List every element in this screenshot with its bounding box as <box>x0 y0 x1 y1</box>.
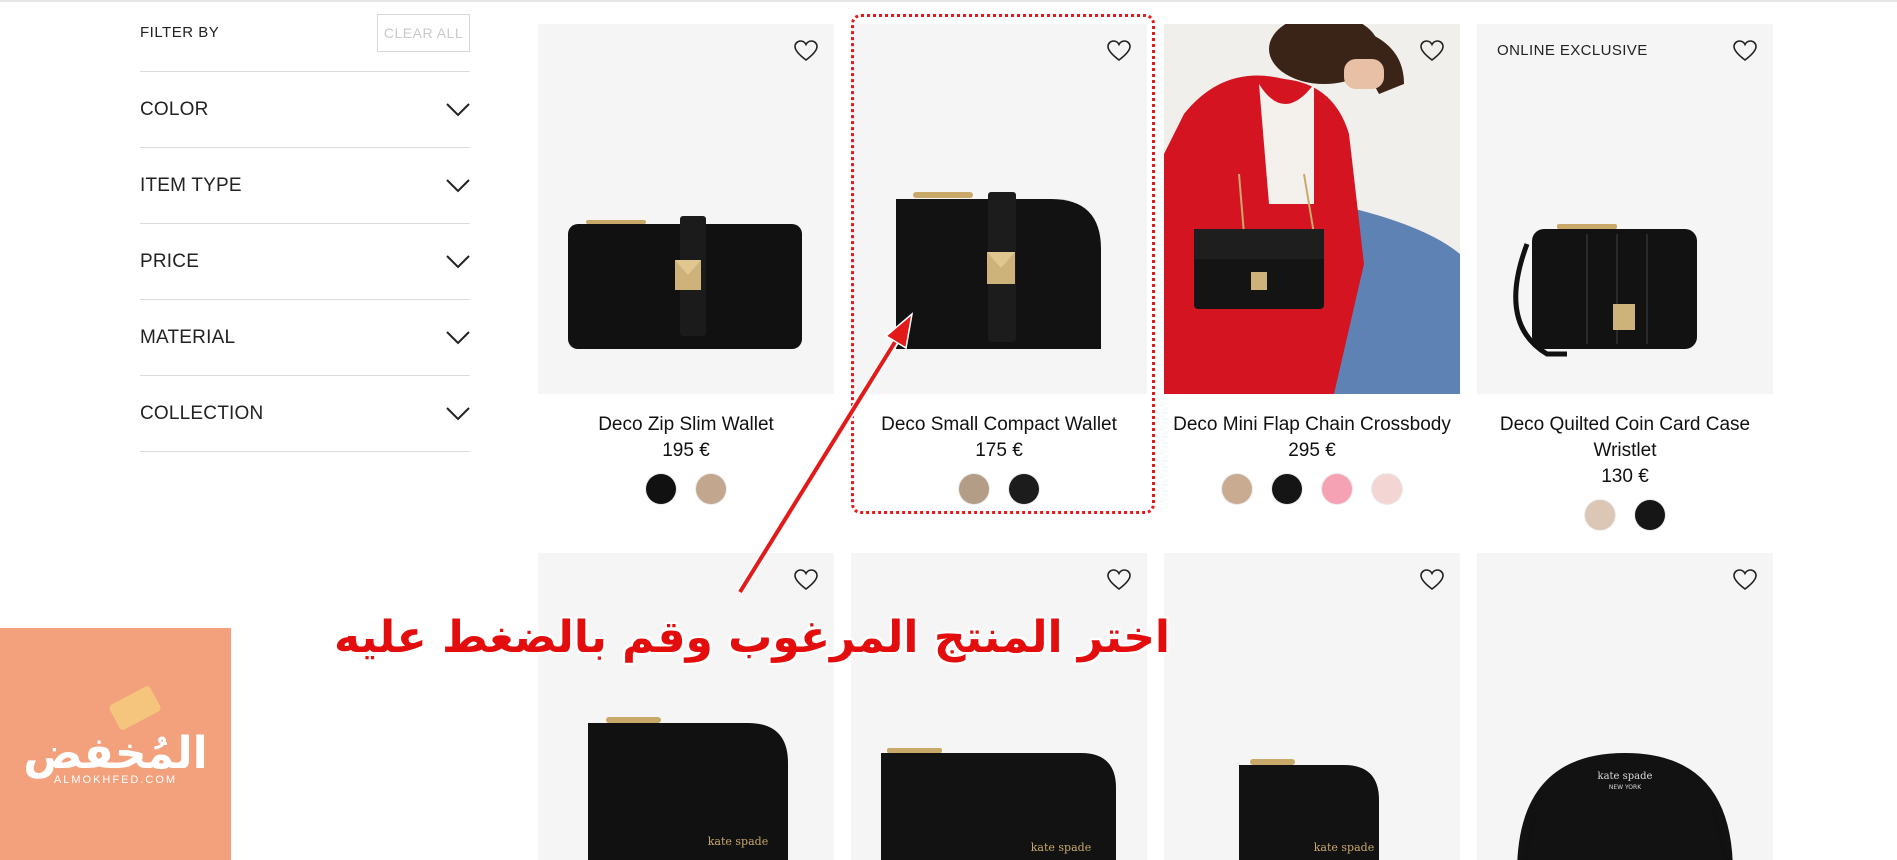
chevron-down-icon <box>446 406 470 420</box>
heart-icon[interactable] <box>1420 40 1444 62</box>
color-swatch[interactable] <box>959 474 989 504</box>
color-swatches <box>1477 500 1773 530</box>
product-card[interactable]: kate spade <box>851 553 1147 860</box>
crossbody-image: kate spade NEW YORK <box>1517 753 1733 860</box>
color-swatch[interactable] <box>1009 474 1039 504</box>
wallet-image: kate spade <box>588 717 788 860</box>
product-card[interactable]: Deco Zip Slim Wallet 195 € <box>538 24 834 504</box>
product-image[interactable] <box>851 24 1147 394</box>
facet-material[interactable]: MATERIAL <box>140 300 470 376</box>
facet-price[interactable]: PRICE <box>140 224 470 300</box>
product-name[interactable]: Deco Quilted Coin Card Case Wristlet <box>1477 412 1773 464</box>
chevron-down-icon <box>446 330 470 344</box>
chevron-down-icon <box>446 254 470 268</box>
heart-icon[interactable] <box>1107 569 1131 591</box>
heart-icon[interactable] <box>1733 569 1757 591</box>
svg-text:kate spade: kate spade <box>708 835 768 848</box>
online-exclusive-badge: ONLINE EXCLUSIVE <box>1497 42 1648 59</box>
color-swatch[interactable] <box>696 474 726 504</box>
product-image[interactable]: kate spade <box>538 553 834 860</box>
color-swatch[interactable] <box>646 474 676 504</box>
price-tag-icon <box>108 684 162 732</box>
product-card[interactable]: kate spade <box>538 553 834 860</box>
facet-label: ITEM TYPE <box>140 174 242 196</box>
product-image[interactable]: kate spade NEW YORK <box>1477 553 1773 860</box>
color-swatch[interactable] <box>1322 474 1352 504</box>
color-swatches <box>851 474 1147 504</box>
product-price: 130 € <box>1601 466 1649 487</box>
color-swatches <box>1164 474 1460 504</box>
svg-text:kate spade: kate spade <box>1598 771 1653 782</box>
model-image <box>1164 24 1460 394</box>
wallet-image <box>568 216 802 349</box>
filter-header: FILTER BY CLEAR ALL <box>140 0 470 72</box>
facet-label: COLOR <box>140 98 209 120</box>
color-swatch[interactable] <box>1372 474 1402 504</box>
svg-text:kate spade: kate spade <box>1031 841 1091 854</box>
product-card[interactable]: Deco Mini Flap Chain Crossbody 295 € <box>1164 24 1460 504</box>
instruction-annotation: اختر المنتج المرغوب وقم بالضغط عليه <box>334 612 1170 663</box>
product-price: 175 € <box>975 440 1023 461</box>
facet-label: MATERIAL <box>140 326 236 348</box>
wallet-image: kate spade <box>881 748 1116 860</box>
product-image[interactable]: kate spade <box>1164 553 1460 860</box>
product-image[interactable]: ONLINE EXCLUSIVE <box>1477 24 1773 394</box>
product-image[interactable]: kate spade <box>851 553 1147 860</box>
heart-icon[interactable] <box>794 569 818 591</box>
facet-color[interactable]: COLOR <box>140 72 470 148</box>
product-card[interactable]: ONLINE EXCLUSIVE Deco Quilted Coin Card … <box>1477 24 1773 530</box>
filter-title: FILTER BY <box>140 24 220 41</box>
heart-icon[interactable] <box>794 40 818 62</box>
heart-icon[interactable] <box>1420 569 1444 591</box>
wallet-image: kate spade <box>1239 759 1379 860</box>
chevron-down-icon <box>446 178 470 192</box>
product-price: 195 € <box>662 440 710 461</box>
heart-icon[interactable] <box>1107 40 1131 62</box>
facet-collection[interactable]: COLLECTION <box>140 376 470 452</box>
product-price: 295 € <box>1288 440 1336 461</box>
watermark-logo: المُخفض ALMOKHFED.COM <box>0 628 231 860</box>
wristlet-image <box>1513 224 1697 357</box>
watermark-brand: المُخفض <box>23 728 208 779</box>
product-card[interactable]: kate spade NEW YORK <box>1477 553 1773 860</box>
color-swatch[interactable] <box>1635 500 1665 530</box>
product-name[interactable]: Deco Mini Flap Chain Crossbody <box>1164 412 1460 438</box>
filter-sidebar: FILTER BY CLEAR ALL COLOR ITEM TYPE PRIC… <box>140 0 470 452</box>
color-swatch[interactable] <box>1585 500 1615 530</box>
chevron-down-icon <box>446 102 470 116</box>
facet-label: COLLECTION <box>140 402 264 424</box>
product-name[interactable]: Deco Small Compact Wallet <box>851 412 1147 438</box>
color-swatch[interactable] <box>1272 474 1302 504</box>
facet-label: PRICE <box>140 250 200 272</box>
svg-text:kate spade: kate spade <box>1314 841 1374 854</box>
heart-icon[interactable] <box>1733 40 1757 62</box>
color-swatches <box>538 474 834 504</box>
product-name[interactable]: Deco Zip Slim Wallet <box>538 412 834 438</box>
product-image[interactable] <box>1164 24 1460 394</box>
watermark-domain: ALMOKHFED.COM <box>53 774 178 786</box>
product-image[interactable] <box>538 24 834 394</box>
product-card[interactable]: Deco Small Compact Wallet 175 € <box>851 24 1147 504</box>
clear-all-button[interactable]: CLEAR ALL <box>377 13 470 52</box>
facet-item-type[interactable]: ITEM TYPE <box>140 148 470 224</box>
wallet-image <box>896 192 1101 349</box>
product-card[interactable]: kate spade <box>1164 553 1460 860</box>
color-swatch[interactable] <box>1222 474 1252 504</box>
svg-text:NEW YORK: NEW YORK <box>1609 784 1642 791</box>
